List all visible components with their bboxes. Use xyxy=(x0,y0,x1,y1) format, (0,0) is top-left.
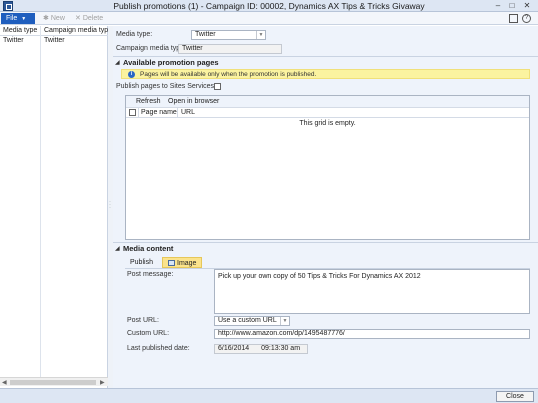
media-type-dropdown[interactable]: Twitter ▼ xyxy=(191,30,266,40)
action-pane: File ▼ ✱ New ✕ Delete ? xyxy=(0,12,538,25)
campaign-media-type-value: Twitter xyxy=(182,45,203,52)
column-header-url[interactable]: URL xyxy=(181,109,195,116)
post-message-textarea[interactable]: Pick up your own copy of 50 Tips & Trick… xyxy=(214,269,530,314)
delete-label: Delete xyxy=(82,15,104,22)
chevron-down-icon: ▼ xyxy=(21,16,27,22)
post-url-value: Use a custom URL xyxy=(218,317,277,324)
section-divider xyxy=(113,242,538,243)
new-button[interactable]: ✱ New xyxy=(43,14,65,23)
tab-image[interactable]: Image xyxy=(162,257,203,268)
last-published-label: Last published date: xyxy=(127,345,190,352)
media-list-pane: Media type Campaign media type Twitter T… xyxy=(0,26,112,388)
list-row[interactable]: Twitter Twitter xyxy=(0,37,108,46)
chevron-down-icon: ▼ xyxy=(280,317,289,325)
post-message-value: Pick up your own copy of 50 Tips & Trick… xyxy=(218,273,421,280)
column-header-campaign-media-type[interactable]: Campaign media type xyxy=(44,27,112,34)
post-url-label: Post URL: xyxy=(127,317,159,324)
refresh-button[interactable]: Refresh xyxy=(136,98,161,105)
open-in-browser-button[interactable]: Open in browser xyxy=(168,98,219,105)
column-divider xyxy=(138,108,139,118)
detail-pane: Media type: Twitter ▼ Campaign media typ… xyxy=(113,26,538,388)
media-content-section-header[interactable]: ◢ Media content xyxy=(113,242,538,254)
window-title: Publish promotions (1) - Campaign ID: 00… xyxy=(113,1,425,11)
chevron-down-icon: ▼ xyxy=(256,31,265,39)
post-url-dropdown[interactable]: Use a custom URL ▼ xyxy=(214,316,290,326)
tab-image-label: Image xyxy=(177,260,197,267)
column-divider xyxy=(40,26,41,378)
select-all-checkbox[interactable] xyxy=(129,109,136,116)
promotion-pages-grid: Refresh Open in browser Page name URL Th… xyxy=(125,95,530,240)
list-header: Media type Campaign media type xyxy=(0,26,112,36)
info-message: Pages will be available only when the pr… xyxy=(140,71,317,78)
custom-url-input[interactable]: http://www.amazon.com/dp/1495487776/ xyxy=(214,329,530,339)
empty-grid-message: This grid is empty. xyxy=(299,120,356,127)
column-header-media-type[interactable]: Media type xyxy=(3,27,37,34)
title-bar: Publish promotions (1) - Campaign ID: 00… xyxy=(0,0,538,12)
grid-header: Page name URL xyxy=(126,108,529,118)
horizontal-scrollbar[interactable]: ◀ ▶ xyxy=(0,377,108,386)
info-bar: i Pages will be available only when the … xyxy=(121,69,530,79)
cell-campaign-media-type: Twitter xyxy=(44,37,65,44)
grip-icon: · · · xyxy=(109,199,111,211)
last-published-time: 09:13:30 am xyxy=(261,345,301,352)
delete-icon: ✕ xyxy=(75,15,81,22)
column-header-page-name[interactable]: Page name xyxy=(141,109,177,116)
maximize-button[interactable]: □ xyxy=(507,1,517,10)
promotion-pages-section-header[interactable]: ◢ Available promotion pages xyxy=(113,56,538,68)
column-divider xyxy=(177,108,178,118)
last-published-date: 6/16/2014 xyxy=(218,345,250,352)
file-menu-button[interactable]: File ▼ xyxy=(1,13,35,24)
collapse-icon[interactable]: ◢ xyxy=(115,59,120,66)
scrollbar-thumb[interactable] xyxy=(10,380,96,385)
info-icon: i xyxy=(128,71,135,78)
section-divider xyxy=(113,56,538,57)
post-message-label: Post message: xyxy=(127,271,174,278)
footer-bar: Close xyxy=(0,388,538,403)
close-window-button[interactable]: ✕ xyxy=(522,1,532,10)
cell-media-type: Twitter xyxy=(3,37,24,44)
media-type-label: Media type: xyxy=(116,31,153,38)
campaign-media-type-field: Twitter xyxy=(178,44,282,54)
media-type-value: Twitter xyxy=(195,31,216,38)
close-button[interactable]: Close xyxy=(496,391,534,402)
custom-url-value: http://www.amazon.com/dp/1495487776/ xyxy=(218,330,345,337)
scroll-left-icon[interactable]: ◀ xyxy=(2,379,7,386)
campaign-media-type-label: Campaign media type: xyxy=(116,45,187,52)
help-icon[interactable]: ? xyxy=(522,14,531,23)
media-content-title: Media content xyxy=(123,244,174,253)
tab-publish[interactable]: Publish xyxy=(125,257,158,268)
image-icon xyxy=(168,260,175,266)
media-content-tabs: Publish Image xyxy=(125,257,530,268)
promotion-pages-title: Available promotion pages xyxy=(123,58,219,67)
collapse-icon[interactable]: ◢ xyxy=(115,245,120,252)
panel-toggle-icon[interactable] xyxy=(509,14,518,23)
delete-button[interactable]: ✕ Delete xyxy=(75,14,103,23)
new-icon: ✱ xyxy=(43,15,49,22)
publish-to-sites-label: Publish pages to Sites Services: xyxy=(116,83,216,90)
last-published-field: 6/16/2014 09:13:30 am xyxy=(214,344,308,354)
custom-url-label: Custom URL: xyxy=(127,330,170,337)
new-label: New xyxy=(50,15,65,22)
grid-toolbar: Refresh Open in browser xyxy=(126,96,529,108)
publish-to-sites-checkbox[interactable] xyxy=(214,83,221,90)
scroll-right-icon[interactable]: ▶ xyxy=(100,379,105,386)
minimize-button[interactable]: – xyxy=(493,1,503,10)
file-menu-label: File xyxy=(6,15,18,22)
